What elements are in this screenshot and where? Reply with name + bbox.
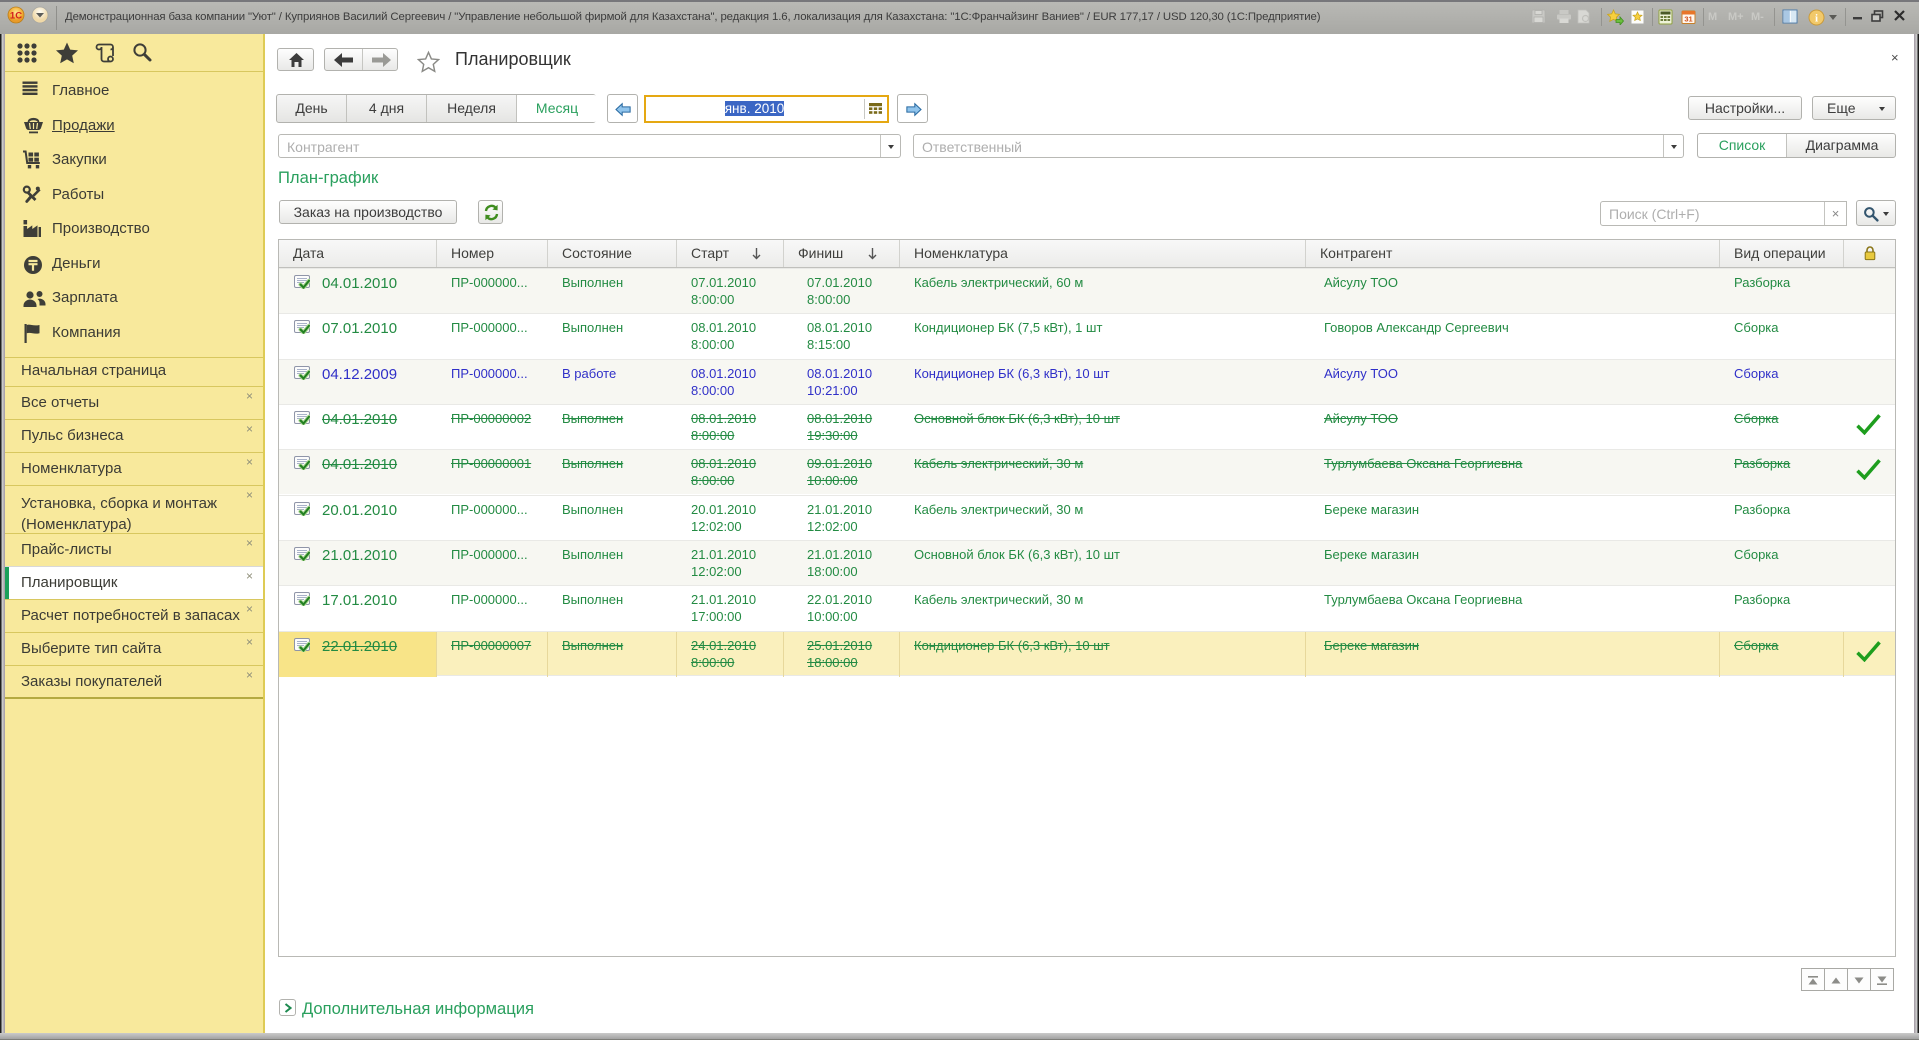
svg-text:1С: 1С <box>10 11 22 22</box>
svg-text:i: i <box>1815 13 1818 25</box>
svg-text:31: 31 <box>1684 15 1692 24</box>
